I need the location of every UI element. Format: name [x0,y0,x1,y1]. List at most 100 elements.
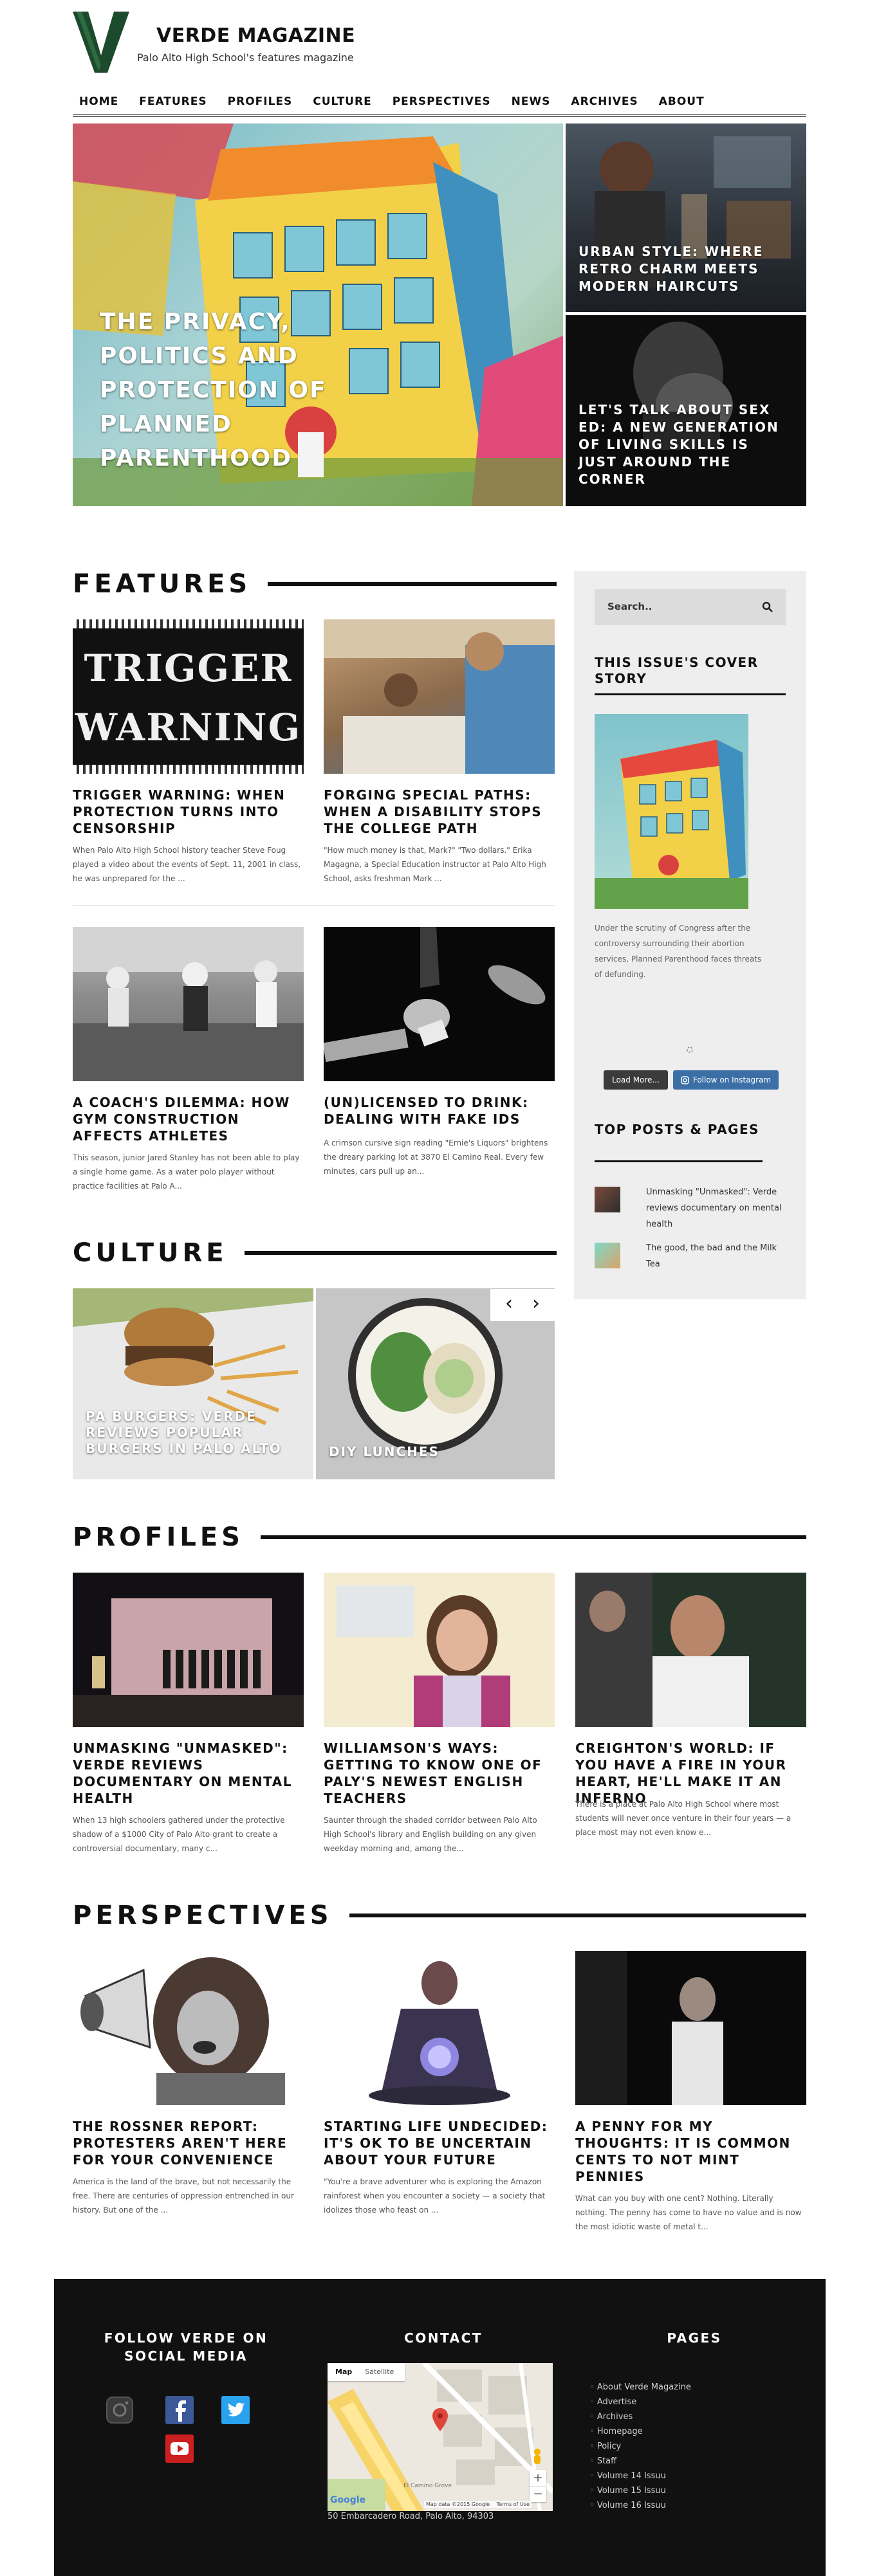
follow-instagram-button[interactable]: Follow on Instagram [673,1070,779,1090]
map-copyright: Map data ©2015 Google [426,2501,490,2507]
contact-map[interactable]: Map Satellite + − El Camino Grove Google… [328,2363,553,2511]
crystal-ball-illustration [369,1961,510,2105]
starting-life-image[interactable] [324,1951,555,2105]
slider-controls: ‹ › [490,1289,555,1321]
page-link-homepage[interactable]: Homepage [589,2424,782,2439]
culture-slide-burgers[interactable]: PA BURGERS: VERDE REVIEWS POPULAR BURGER… [73,1288,313,1479]
hero-main-story[interactable]: THE PRIVACY, POLITICS AND PROTECTION OF … [73,123,563,506]
megaphone-illustration [80,1957,285,2105]
nav-item-news[interactable]: NEWS [505,95,557,108]
nav-item-perspectives[interactable]: PERSPECTIVES [386,95,497,108]
top-post-item[interactable]: The good, the bad and the Milk Tea [595,1240,788,1272]
google-logo[interactable]: Google [330,2495,365,2505]
twitter-icon[interactable] [220,2395,251,2425]
forging-special-paths-image[interactable] [324,619,555,774]
hands-bottle-photo [324,927,546,1063]
youtube-icon[interactable] [164,2433,195,2464]
williamson-image[interactable] [324,1573,555,1727]
page-link-about[interactable]: About Verde Magazine [589,2380,782,2395]
top-posts-heading: TOP POSTS & PAGES [595,1122,760,1137]
hero-side-top-title[interactable]: URBAN STYLE: WHERE RETRO CHARM MEETS MOD… [578,243,784,295]
site-tagline: Palo Alto High School's features magazin… [137,51,354,64]
nav-item-home[interactable]: HOME [73,95,125,108]
culture-slide-title[interactable]: PA BURGERS: VERDE REVIEWS POPULAR BURGER… [86,1409,298,1457]
slider-next-icon[interactable]: › [526,1294,546,1316]
sidebar: Search.. THIS ISSUE'S COVER STORY Under … [574,571,806,1299]
creighton-image[interactable] [575,1573,806,1727]
features-heading[interactable]: FEATURES [73,569,251,599]
hero-side-story-top[interactable]: URBAN STYLE: WHERE RETRO CHARM MEETS MOD… [566,123,806,312]
coach-dilemma-image[interactable] [73,927,304,1081]
profile-title[interactable]: UNMASKING "UNMASKED": VERDE REVIEWS DOCU… [73,1740,304,1807]
zoom-in-icon[interactable]: + [530,2470,546,2486]
page-link-volume-16[interactable]: Volume 16 Issuu [589,2498,782,2513]
zoom-out-icon[interactable]: − [530,2486,546,2502]
site-footer: FOLLOW VERDE ON SOCIAL MEDIA CONTACT Map… [54,2279,826,2576]
heading-rule [260,1535,806,1539]
top-post-link[interactable]: The good, the bad and the Milk Tea [646,1240,788,1272]
instagram-icon[interactable] [104,2395,135,2425]
trigger-warning-image[interactable]: TRIGGER WARNING [73,619,304,774]
map-zoom-controls: + − [530,2470,546,2502]
contact-address: 50 Embarcadero Road, Palo Alto, 94303 [328,2512,494,2521]
page-link-advertise[interactable]: Advertise [589,2395,782,2409]
map-tab-satellite[interactable]: Satellite [360,2363,399,2381]
site-title[interactable]: VERDE MAGAZINE [156,24,355,47]
nav-item-features[interactable]: FEATURES [133,95,213,108]
nav-item-archives[interactable]: ARCHIVES [564,95,644,108]
search-input[interactable]: Search.. [595,589,786,625]
feature-title[interactable]: A COACH'S DILEMMA: HOW GYM CONSTRUCTION … [73,1094,304,1144]
perspectives-section-header: PERSPECTIVES [73,1901,806,1930]
page-link-staff[interactable]: Staff [589,2454,782,2469]
cover-illustration [595,740,748,909]
perspective-title[interactable]: THE ROSSNER REPORT: PROTESTERS AREN'T HE… [73,2118,304,2168]
slider-prev-icon[interactable]: ‹ [499,1294,519,1316]
profiles-heading[interactable]: PROFILES [73,1522,244,1552]
search-icon[interactable] [762,601,773,613]
features-section-header: FEATURES [73,569,557,599]
top-post-item[interactable]: Unmasking "Unmasked": Verde reviews docu… [595,1184,788,1229]
fake-ids-image[interactable] [324,927,555,1081]
feature-excerpt: "How much money is that, Mark?" "Two dol… [324,846,546,883]
nav-item-culture[interactable]: CULTURE [306,95,378,108]
profile-excerpt: When 13 high schoolers gathered under th… [73,1816,285,1853]
profile-title[interactable]: WILLIAMSON'S WAYS: GETTING TO KNOW ONE O… [324,1740,555,1807]
page-link-volume-14[interactable]: Volume 14 Issuu [589,2469,782,2483]
social-heading: FOLLOW VERDE ON SOCIAL MEDIA [104,2330,268,2364]
hero-side-bottom-title[interactable]: LET'S TALK ABOUT SEX ED: A NEW GENERATIO… [578,401,791,488]
contact-heading: CONTACT [404,2330,483,2346]
pegman-icon[interactable] [531,2448,544,2466]
hero-main-title[interactable]: THE PRIVACY, POLITICS AND PROTECTION OF … [100,305,396,475]
nav-item-about[interactable]: ABOUT [652,95,711,108]
page-link-volume-15[interactable]: Volume 15 Issuu [589,2483,782,2498]
load-more-button[interactable]: Load More... [604,1070,668,1090]
facebook-icon[interactable] [164,2395,195,2425]
perspective-title[interactable]: A PENNY FOR MY THOUGHTS: IT IS COMMON CE… [575,2118,806,2185]
feature-title[interactable]: FORGING SPECIAL PATHS: WHEN A DISABILITY… [324,787,555,837]
map-terms-link[interactable]: Terms of Use [497,2501,530,2507]
culture-heading[interactable]: CULTURE [73,1238,228,1268]
perspective-title[interactable]: STARTING LIFE UNDECIDED: IT'S OK TO BE U… [324,2118,555,2168]
page-link-policy[interactable]: Policy [589,2439,782,2454]
rossner-report-image[interactable] [73,1951,304,2105]
hero-side-story-bottom[interactable]: LET'S TALK ABOUT SEX ED: A NEW GENERATIO… [566,315,806,506]
teacher-portrait-photo [324,1573,555,1727]
football-photo [73,927,304,1081]
profile-excerpt: There is a place at Palo Alto High Schoo… [575,1800,791,1837]
unmasked-image[interactable] [73,1573,304,1727]
loading-icon [687,1046,693,1053]
feature-title[interactable]: (UN)LICENSED TO DRINK: DEALING WITH FAKE… [324,1094,555,1128]
culture-slide-title[interactable]: DIY LUNCHES [329,1444,522,1460]
nav-item-profiles[interactable]: PROFILES [221,95,299,108]
top-post-thumb [595,1243,620,1268]
verde-logo-icon[interactable] [73,12,129,73]
page-link-archives[interactable]: Archives [589,2409,782,2424]
feature-title[interactable]: TRIGGER WARNING: WHEN PROTECTION TURNS I… [73,787,304,837]
map-pin-icon[interactable] [432,2408,448,2431]
perspectives-heading[interactable]: PERSPECTIVES [73,1901,333,1930]
map-tab-map[interactable]: Map [328,2363,360,2381]
cover-story-image[interactable] [595,714,748,909]
trigger-warning-image-text: TRIGGER WARNING [75,646,302,749]
top-post-link[interactable]: Unmasking "Unmasked": Verde reviews docu… [646,1184,788,1232]
penny-thoughts-image[interactable] [575,1951,806,2105]
